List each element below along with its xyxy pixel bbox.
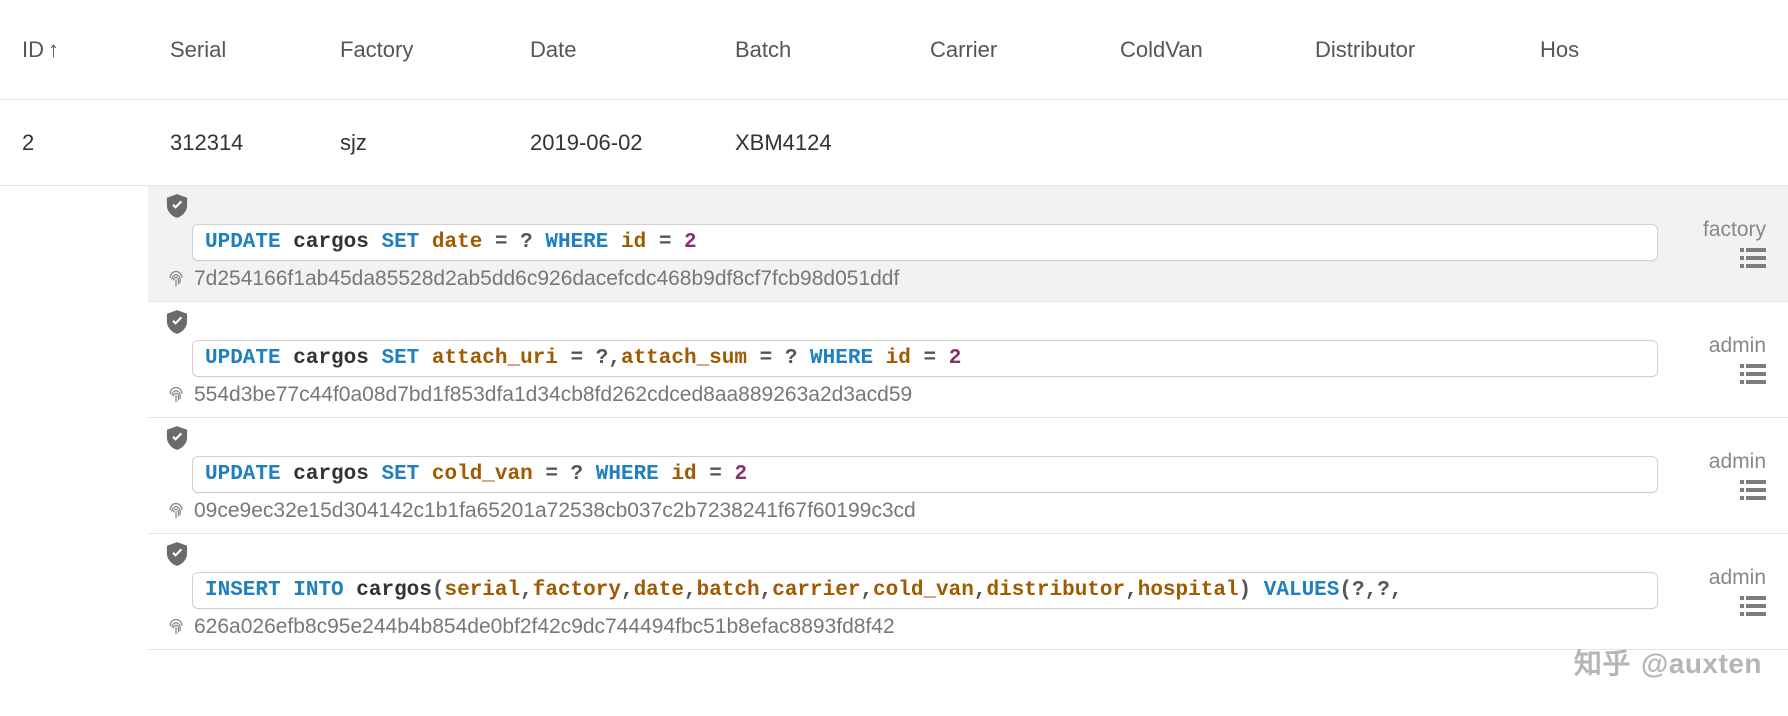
table-header-row: ID↑ Serial Factory Date Batch Carrier Co… xyxy=(0,0,1788,100)
sql-log-entry[interactable]: UPDATE cargos SET cold_van = ? WHERE id … xyxy=(148,418,1788,534)
log-verified-row xyxy=(166,542,1658,566)
log-role: factory xyxy=(1703,218,1766,242)
cell-date: 2019-06-02 xyxy=(520,130,725,156)
list-icon[interactable] xyxy=(1740,480,1766,500)
cell-id: 2 xyxy=(0,130,160,156)
table-row[interactable]: 2 312314 sjz 2019-06-02 XBM4124 xyxy=(0,100,1788,186)
log-role: admin xyxy=(1709,334,1766,358)
cell-serial: 312314 xyxy=(160,130,330,156)
log-right: admin xyxy=(1668,426,1788,523)
column-header-id[interactable]: ID↑ xyxy=(0,37,160,63)
log-verified-row xyxy=(166,426,1658,450)
log-left: UPDATE cargos SET cold_van = ? WHERE id … xyxy=(148,426,1668,523)
sql-statement: UPDATE cargos SET date = ? WHERE id = 2 xyxy=(192,224,1658,261)
cell-factory: sjz xyxy=(330,130,520,156)
column-header-distributor[interactable]: Distributor xyxy=(1305,37,1530,63)
list-icon[interactable] xyxy=(1740,248,1766,268)
column-header-factory[interactable]: Factory xyxy=(330,37,520,63)
log-hash-row: 626a026efb8c95e244b4b854de0bf2f42c9dc744… xyxy=(166,615,1658,639)
log-verified-row xyxy=(166,310,1658,334)
sql-log-area: UPDATE cargos SET date = ? WHERE id = 2 … xyxy=(0,186,1788,650)
shield-check-icon xyxy=(166,194,188,218)
list-icon[interactable] xyxy=(1740,364,1766,384)
log-left: INSERT INTO cargos(serial,factory,date,b… xyxy=(148,542,1668,639)
watermark-handle: @auxten xyxy=(1641,648,1762,679)
log-hash: 7d254166f1ab45da85528d2ab5dd6c926dacefcd… xyxy=(194,267,899,291)
log-role: admin xyxy=(1709,450,1766,474)
column-header-carrier[interactable]: Carrier xyxy=(920,37,1110,63)
column-header-coldvan[interactable]: ColdVan xyxy=(1110,37,1305,63)
column-header-serial[interactable]: Serial xyxy=(160,37,330,63)
fingerprint-icon xyxy=(166,617,186,637)
list-icon[interactable] xyxy=(1740,596,1766,616)
shield-check-icon xyxy=(166,310,188,334)
log-hash-row: 09ce9ec32e15d304142c1b1fa65201a72538cb03… xyxy=(166,499,1658,523)
fingerprint-icon xyxy=(166,501,186,521)
column-header-batch[interactable]: Batch xyxy=(725,37,920,63)
watermark-zhihu: 知乎 xyxy=(1574,648,1631,679)
sql-log-entry[interactable]: UPDATE cargos SET date = ? WHERE id = 2 … xyxy=(148,186,1788,302)
column-header-id-label: ID xyxy=(22,37,44,62)
log-hash: 09ce9ec32e15d304142c1b1fa65201a72538cb03… xyxy=(194,499,916,523)
sql-statement: INSERT INTO cargos(serial,factory,date,b… xyxy=(192,572,1658,609)
log-right: factory xyxy=(1668,194,1788,291)
fingerprint-icon xyxy=(166,385,186,405)
sql-log-entry[interactable]: INSERT INTO cargos(serial,factory,date,b… xyxy=(148,534,1788,650)
log-left: UPDATE cargos SET attach_uri = ?,attach_… xyxy=(148,310,1668,407)
fingerprint-icon xyxy=(166,269,186,289)
shield-check-icon xyxy=(166,542,188,566)
column-header-date[interactable]: Date xyxy=(520,37,725,63)
sql-statement: UPDATE cargos SET cold_van = ? WHERE id … xyxy=(192,456,1658,493)
cell-batch: XBM4124 xyxy=(725,130,920,156)
log-role: admin xyxy=(1709,566,1766,590)
log-hash: 554d3be77c44f0a08d7bd1f853dfa1d34cb8fd26… xyxy=(194,383,912,407)
log-left: UPDATE cargos SET date = ? WHERE id = 2 … xyxy=(148,194,1668,291)
log-hash-row: 554d3be77c44f0a08d7bd1f853dfa1d34cb8fd26… xyxy=(166,383,1658,407)
log-right: admin xyxy=(1668,542,1788,639)
log-hash-row: 7d254166f1ab45da85528d2ab5dd6c926dacefcd… xyxy=(166,267,1658,291)
shield-check-icon xyxy=(166,426,188,450)
column-header-hospital[interactable]: Hos xyxy=(1530,37,1788,63)
log-verified-row xyxy=(166,194,1658,218)
cargo-table: ID↑ Serial Factory Date Batch Carrier Co… xyxy=(0,0,1788,650)
log-hash: 626a026efb8c95e244b4b854de0bf2f42c9dc744… xyxy=(194,615,895,639)
log-right: admin xyxy=(1668,310,1788,407)
sort-asc-icon: ↑ xyxy=(48,37,59,63)
sql-log-entry[interactable]: UPDATE cargos SET attach_uri = ?,attach_… xyxy=(148,302,1788,418)
sql-statement: UPDATE cargos SET attach_uri = ?,attach_… xyxy=(192,340,1658,377)
